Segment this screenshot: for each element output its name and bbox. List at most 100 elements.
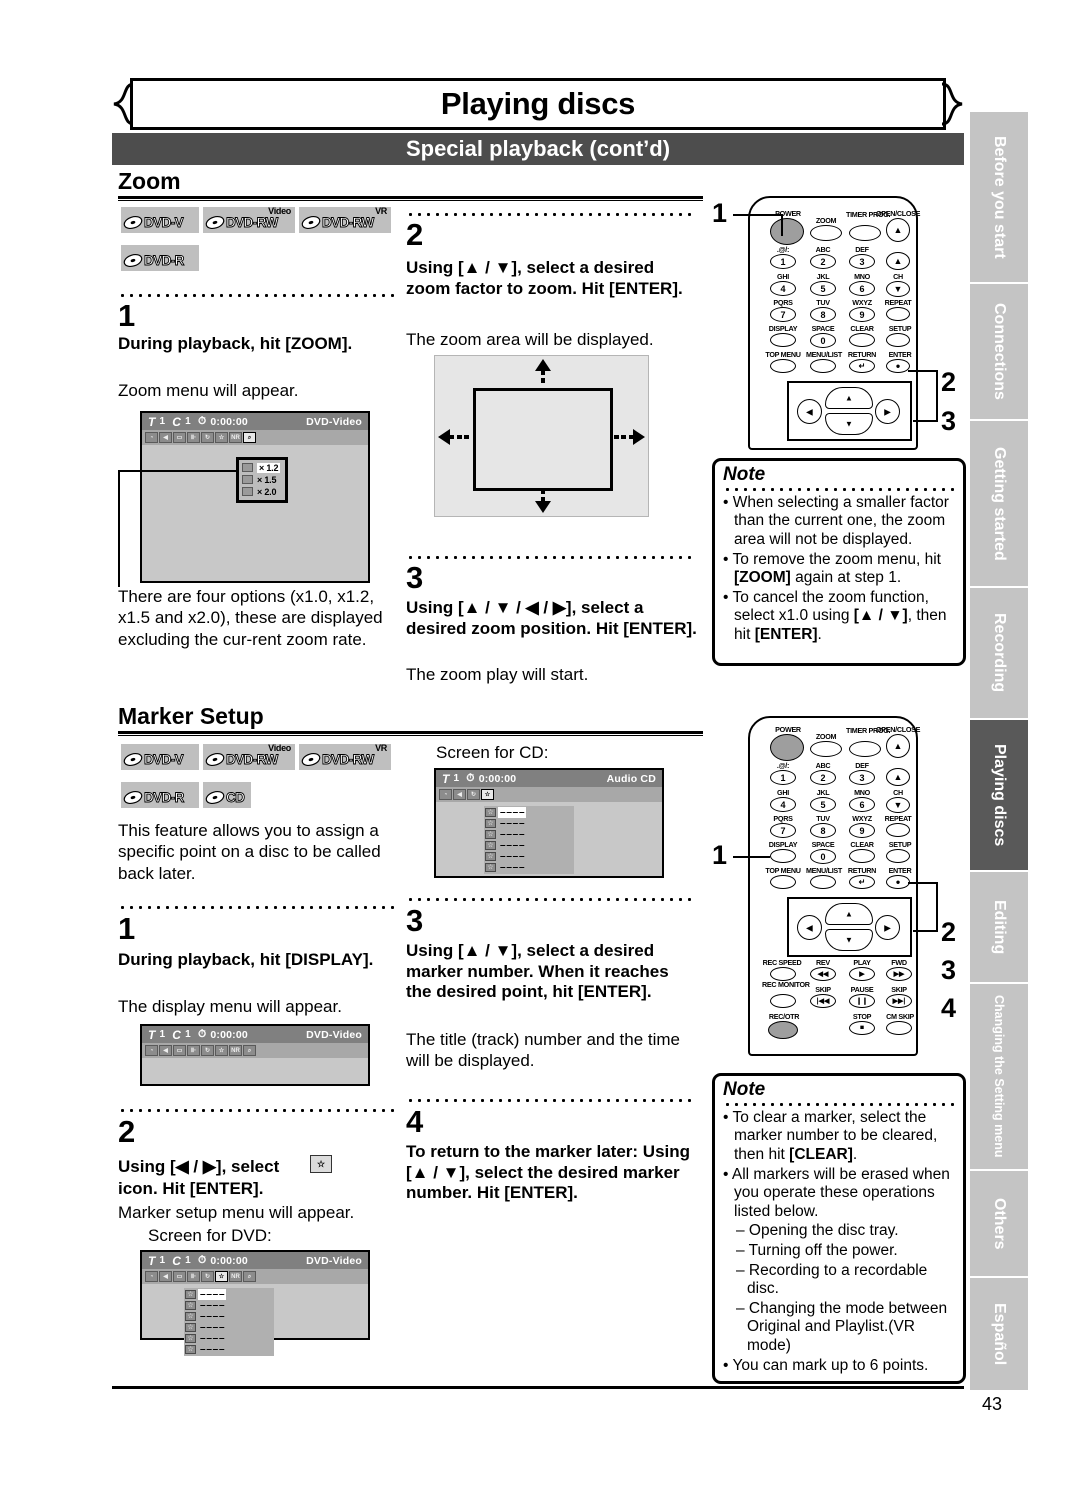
number-5-button[interactable]: 5 [810, 281, 836, 296]
zoom-icon[interactable]: ⌕ [243, 432, 256, 443]
number-6-button[interactable]: 6 [849, 797, 875, 812]
channel-down-button[interactable]: ▼ [886, 797, 910, 813]
marker-row[interactable]: ☆ – – – – [485, 840, 573, 851]
number-9-button[interactable]: 9 [849, 823, 875, 838]
number-3-button[interactable]: 3 [849, 254, 875, 269]
sidebar-tab-espanol[interactable]: Español [970, 1278, 1028, 1390]
marker-row[interactable]: ☆ – – – – [185, 1333, 273, 1344]
clear-button[interactable] [849, 849, 875, 863]
number-8-button[interactable]: 8 [810, 307, 836, 322]
setup-button[interactable] [886, 849, 910, 863]
number-0-button[interactable]: 0 [810, 849, 836, 864]
open-close-button[interactable]: ▲ [886, 734, 910, 758]
power-button[interactable] [770, 734, 804, 761]
marker-icon[interactable]: ☆ [215, 1045, 228, 1056]
rec-otr-button[interactable] [768, 1021, 798, 1039]
number-6-button[interactable]: 6 [849, 281, 875, 296]
return-button[interactable]: ↵ [849, 359, 875, 373]
bitrate-icon[interactable]: ⊪ [187, 432, 200, 443]
sidebar-tab-recording[interactable]: Recording [970, 588, 1028, 718]
rev-button[interactable]: ◀◀ [810, 967, 836, 981]
repeat-icon[interactable]: ↻ [467, 789, 480, 800]
sidebar-tab-before-you-start[interactable]: Before you start [970, 112, 1028, 282]
angle-icon[interactable]: ◔ [145, 1271, 158, 1282]
marker-row[interactable]: ☆ – – – – [185, 1322, 273, 1333]
marker-icon[interactable]: ☆ [215, 432, 228, 443]
nr-icon[interactable]: NR [229, 432, 242, 443]
number-3-button[interactable]: 3 [849, 770, 875, 785]
skip-prev-button[interactable]: |◀◀ [810, 994, 836, 1008]
number-5-button[interactable]: 5 [810, 797, 836, 812]
number-4-button[interactable]: 4 [770, 797, 796, 812]
number-2-button[interactable]: 2 [810, 770, 836, 785]
zoom-button[interactable] [810, 741, 842, 757]
timer-prog-button[interactable] [849, 741, 881, 757]
menu-list-button[interactable] [810, 359, 836, 373]
zoom-option-row[interactable]: × 1.5 [242, 474, 282, 485]
power-button[interactable] [770, 218, 804, 245]
up-arrow-button[interactable]: ▲ [825, 903, 873, 925]
play-button[interactable]: ▶ [849, 967, 875, 981]
setup-button[interactable] [886, 333, 910, 347]
audio-icon[interactable]: ◀ [159, 1045, 172, 1056]
number-7-button[interactable]: 7 [770, 823, 796, 838]
timer-prog-button[interactable] [849, 225, 881, 241]
top-menu-button[interactable] [770, 875, 796, 889]
clear-button[interactable] [849, 333, 875, 347]
nr-icon[interactable]: NR [229, 1045, 242, 1056]
sidebar-tab-changing-the-setting-menu[interactable]: Changing the Setting menu [970, 984, 1028, 1169]
right-arrow-button[interactable]: ▶ [875, 915, 900, 940]
number-8-button[interactable]: 8 [810, 823, 836, 838]
number-1-button[interactable]: 1 [770, 254, 796, 269]
fwd-button[interactable]: ▶▶ [886, 967, 912, 981]
left-arrow-button[interactable]: ◀ [797, 399, 822, 424]
subtitle-icon[interactable]: ▭ [173, 1045, 186, 1056]
repeat-button[interactable] [886, 823, 910, 837]
menu-list-button[interactable] [810, 875, 836, 889]
audio-icon[interactable]: ◀ [453, 789, 466, 800]
marker-row[interactable]: ☆ – – – – [485, 862, 573, 873]
zoom-icon[interactable]: ⌕ [243, 1271, 256, 1282]
marker-row[interactable]: ☆ – – – – [185, 1344, 273, 1355]
marker-row[interactable]: ☆ – – – – [185, 1300, 273, 1311]
marker-icon[interactable]: ☆ [215, 1271, 228, 1282]
number-9-button[interactable]: 9 [849, 307, 875, 322]
audio-icon[interactable]: ◀ [159, 1271, 172, 1282]
channel-up-button[interactable]: ▲ [886, 768, 910, 786]
bitrate-icon[interactable]: ⊪ [187, 1045, 200, 1056]
angle-icon[interactable]: ◔ [439, 789, 452, 800]
bitrate-icon[interactable]: ⊪ [187, 1271, 200, 1282]
open-close-button[interactable]: ▲ [886, 218, 910, 242]
number-4-button[interactable]: 4 [770, 281, 796, 296]
cm-skip-button[interactable] [886, 1021, 912, 1035]
down-arrow-button[interactable]: ▼ [825, 413, 873, 435]
marker-list-dvd[interactable]: ☆ – – – – ☆ – – – – ☆ – – – – ☆ – – – – ☆ – –… [184, 1288, 274, 1356]
nr-icon[interactable]: NR [229, 1271, 242, 1282]
left-arrow-button[interactable]: ◀ [797, 915, 822, 940]
repeat-icon[interactable]: ↻ [201, 1271, 214, 1282]
number-7-button[interactable]: 7 [770, 307, 796, 322]
pause-button[interactable]: ❙❙ [849, 994, 875, 1008]
rec-speed-button[interactable] [770, 967, 796, 981]
zoom-option-row[interactable]: × 2.0 [242, 486, 282, 497]
subtitle-icon[interactable]: ▭ [173, 432, 186, 443]
sidebar-tab-others[interactable]: Others [970, 1171, 1028, 1276]
number-0-button[interactable]: 0 [810, 333, 836, 348]
marker-list-cd[interactable]: ☆ – – – – ☆ – – – – ☆ – – – – ☆ – – – – ☆ – –… [484, 806, 574, 874]
repeat-button[interactable] [886, 307, 910, 321]
angle-icon[interactable]: ◔ [145, 1045, 158, 1056]
display-button[interactable] [770, 333, 796, 347]
skip-next-button[interactable]: ▶▶| [886, 994, 912, 1008]
up-arrow-button[interactable]: ▲ [825, 387, 873, 409]
angle-icon[interactable]: ◔ [145, 432, 158, 443]
rec-monitor-button[interactable] [770, 994, 796, 1008]
zoom-factor-popup[interactable]: × 1.2 × 1.5 × 2.0 [236, 457, 288, 503]
marker-row[interactable]: ☆ – – – – [485, 806, 573, 818]
channel-down-button[interactable]: ▼ [886, 281, 910, 297]
enter-button[interactable]: ● [886, 359, 910, 373]
zoom-option-row[interactable]: × 1.2 [242, 462, 282, 473]
repeat-icon[interactable]: ↻ [201, 1045, 214, 1056]
channel-up-button[interactable]: ▲ [886, 252, 910, 270]
number-1-button[interactable]: 1 [770, 770, 796, 785]
right-arrow-button[interactable]: ▶ [875, 399, 900, 424]
